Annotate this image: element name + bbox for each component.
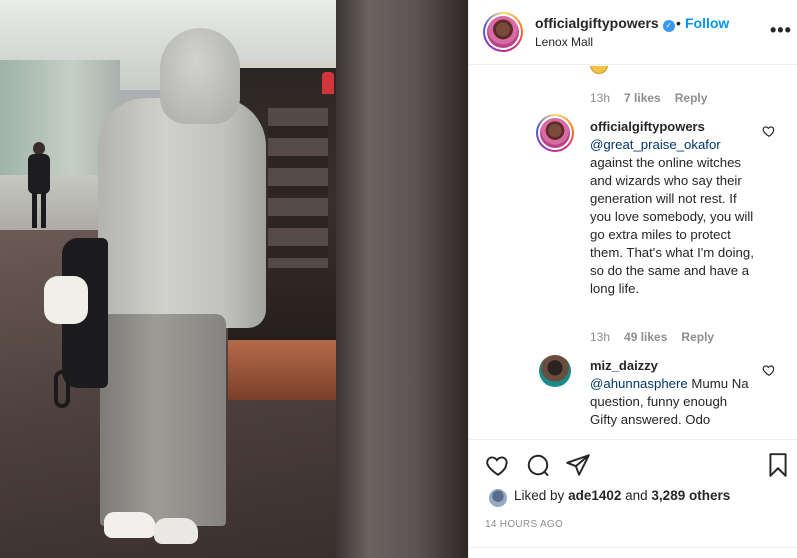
add-comment-bar[interactable] bbox=[469, 547, 797, 558]
liker-avatar[interactable] bbox=[487, 487, 509, 509]
follow-button[interactable]: Follow bbox=[685, 15, 729, 31]
heart-icon[interactable] bbox=[485, 452, 511, 478]
comment-time[interactable]: 13h bbox=[590, 330, 610, 344]
comment-mention[interactable]: @ahunnasphere bbox=[590, 376, 688, 391]
baby-stroller bbox=[44, 238, 114, 418]
post-header: officialgiftypowers ✓ • Follow Lenox Mall… bbox=[469, 0, 797, 65]
liked-by-others[interactable]: 3,289 others bbox=[651, 488, 730, 503]
likes-summary[interactable]: Liked by ade1402 and 3,289 others bbox=[514, 488, 730, 503]
bookmark-icon[interactable] bbox=[765, 452, 791, 478]
comment-meta: 13h 49 likes Reply bbox=[590, 330, 728, 344]
comment-username[interactable]: miz_daizzy bbox=[590, 358, 658, 373]
post-timestamp[interactable]: 14 HOURS AGO bbox=[485, 519, 563, 530]
post-location[interactable]: Lenox Mall bbox=[535, 35, 593, 49]
comment-body: against the online witches and wizards w… bbox=[590, 155, 754, 296]
separator-dot: • bbox=[676, 15, 681, 31]
comment-avatar[interactable] bbox=[536, 114, 574, 152]
reply-button[interactable]: Reply bbox=[681, 330, 714, 344]
post-photo[interactable] bbox=[0, 0, 468, 558]
post-actions: Liked by ade1402 and 3,289 others 14 HOU… bbox=[469, 439, 797, 558]
emoji-icon bbox=[590, 66, 608, 74]
person-in-hoodie bbox=[88, 28, 268, 548]
verified-badge-icon: ✓ bbox=[662, 20, 675, 32]
heart-icon[interactable] bbox=[762, 363, 776, 377]
comment-likes[interactable]: 7 likes bbox=[624, 91, 661, 105]
post-sidebar: officialgiftypowers ✓ • Follow Lenox Mall… bbox=[468, 0, 797, 558]
comment-text: @ahunnasphere Mumu Na question, funny en… bbox=[590, 375, 750, 429]
bystander-figure bbox=[26, 142, 52, 228]
comment-bubble-icon[interactable] bbox=[525, 452, 551, 478]
paper-plane-icon[interactable] bbox=[565, 452, 591, 478]
comment-likes[interactable]: 49 likes bbox=[624, 330, 667, 344]
pillar bbox=[336, 0, 468, 558]
post-username[interactable]: officialgiftypowers ✓ bbox=[535, 15, 675, 32]
store-sign bbox=[322, 72, 334, 94]
more-options-icon[interactable]: ••• bbox=[770, 20, 792, 41]
avatar[interactable] bbox=[483, 12, 523, 52]
comments-list[interactable]: 13h 7 likes Reply officialgiftypowers @gre… bbox=[469, 66, 797, 439]
comment-time[interactable]: 13h bbox=[590, 91, 610, 105]
heart-icon[interactable] bbox=[762, 124, 776, 138]
comment-avatar[interactable] bbox=[539, 355, 571, 387]
comment-meta: 13h 7 likes Reply bbox=[590, 91, 721, 105]
liked-by-user[interactable]: ade1402 bbox=[568, 488, 621, 503]
comment-username[interactable]: officialgiftypowers bbox=[590, 119, 705, 134]
comment-text: @great_praise_okafor against the online … bbox=[590, 136, 760, 298]
reply-button[interactable]: Reply bbox=[675, 91, 708, 105]
comment-mention[interactable]: @great_praise_okafor bbox=[590, 137, 721, 152]
